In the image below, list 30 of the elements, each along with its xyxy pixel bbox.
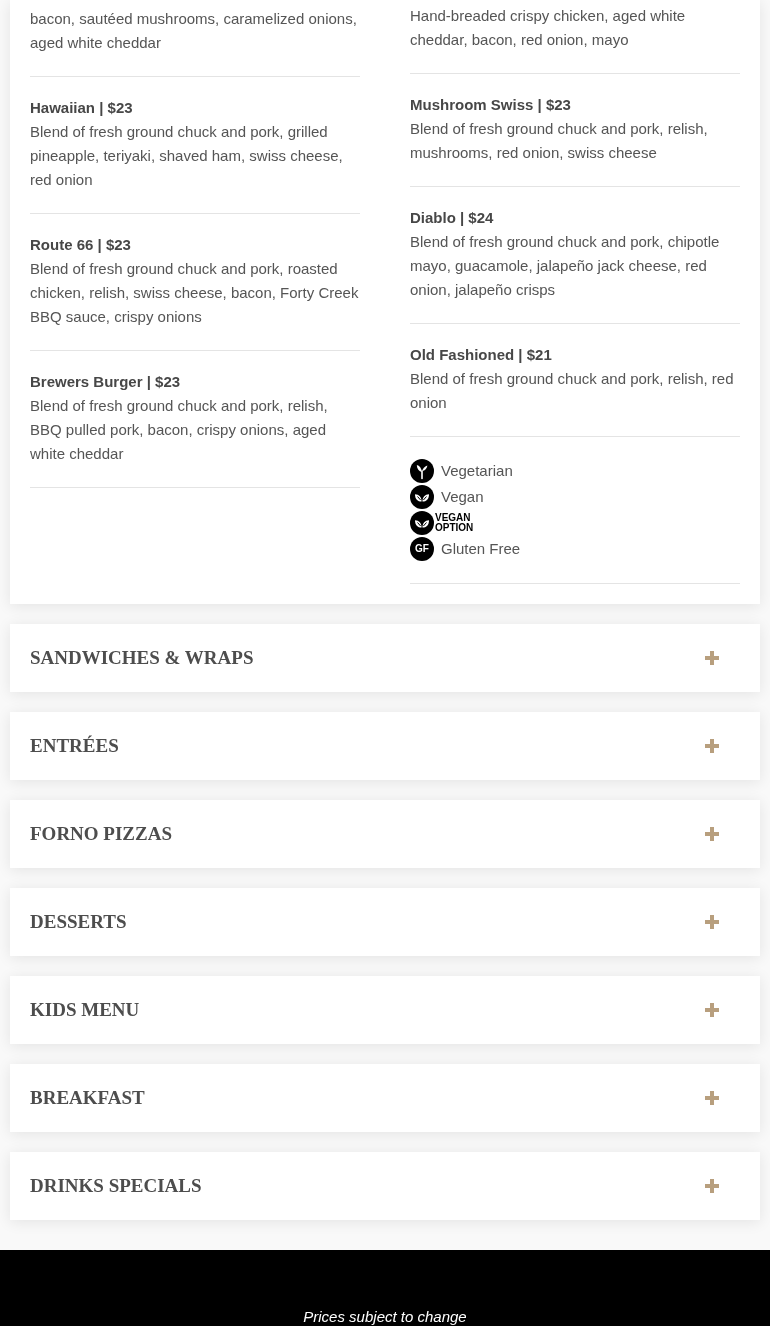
dish-title: Diablo | $24 — [410, 208, 495, 228]
dish-title: Hawaiian | $23 — [30, 98, 134, 118]
accordion-header[interactable]: KIDS MENU — [10, 976, 760, 1044]
dish-description: Blend of fresh ground chuck and pork, relish, red onion — [410, 369, 735, 413]
legend-label: Gluten Free — [441, 539, 521, 559]
accordion-header[interactable]: SANDWICHES & WRAPS — [10, 624, 760, 692]
accordion-header[interactable]: DRINKS SPECIALS — [10, 1152, 760, 1220]
dish-description: Blend of fresh ground chuck and pork, roasted chicken, relish, swiss cheese, bacon, Forty Creek BBQ sauce, crispy onions — [30, 259, 360, 327]
legend-label: Vegan — [441, 487, 484, 507]
dish-title: Route 66 | $23 — [30, 235, 132, 255]
leaves-icon — [410, 511, 434, 535]
dish-description: Blend of fresh ground chuck and pork, grilled pineapple, teriyaki, shaved ham, swiss cheese, red onion — [30, 122, 344, 190]
sprout-icon — [410, 459, 434, 483]
price-note: Prices subject to change — [303, 1307, 467, 1326]
dish-title: Brewers Burger | $23 — [30, 372, 182, 392]
dish-description: bacon, sautéed mushrooms, caramelized onions, aged white cheddar — [30, 9, 358, 53]
dish-description: Blend of fresh ground chuck and pork, chipotle mayo, guacamole, jalapeño jack cheese, red onion, jalapeño crisps — [410, 232, 721, 300]
dish-description: Blend of fresh ground chuck and pork, relish, mushrooms, red onion, swiss cheese — [410, 119, 709, 163]
dish-description: Hand-breaded crispy chicken, aged white cheddar, bacon, red onion, mayo — [410, 6, 687, 50]
dish-title: Old Fashioned | $21 — [410, 345, 553, 365]
dish-description: Blend of fresh ground chuck and pork, relish, BBQ pulled pork, bacon, crispy onions, aged white cheddar — [30, 396, 329, 464]
gf-badge: GF — [410, 537, 434, 561]
leaves-icon — [410, 485, 434, 509]
vegan-option-label: VEGAN OPTION — [435, 513, 474, 533]
accordion-header[interactable]: BREAKFAST — [10, 1064, 760, 1132]
accordion-header[interactable]: DESSERTS — [10, 888, 760, 956]
accordion-header[interactable]: ENTRÉES — [10, 712, 760, 780]
dish-title: Mushroom Swiss | $23 — [410, 95, 572, 115]
legend-label: Vegetarian — [441, 461, 513, 481]
accordion-header[interactable]: FORNO PIZZAS — [10, 800, 760, 868]
